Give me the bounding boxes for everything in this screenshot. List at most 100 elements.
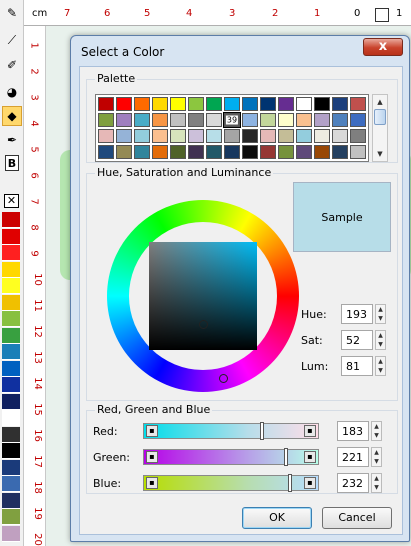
palette-swatch[interactable] [314, 113, 330, 127]
palette-swatch[interactable] [278, 129, 294, 143]
blue-spinner[interactable]: ▲ ▼ [371, 473, 382, 493]
palette-swatch[interactable] [206, 145, 222, 159]
palette-swatch[interactable] [188, 129, 204, 143]
blue-slider-thumb[interactable] [288, 474, 292, 492]
spin-up-icon[interactable]: ▲ [372, 448, 381, 457]
toolbar-color-swatch[interactable] [2, 410, 20, 426]
toolbar-color-swatch[interactable] [2, 459, 20, 476]
green-slider[interactable]: ▪ ▪ [143, 448, 319, 466]
palette-swatch[interactable] [296, 113, 312, 127]
fill-tool-icon[interactable]: ◆ [2, 106, 22, 126]
toolbar-color-swatch[interactable] [2, 492, 20, 509]
palette-swatch[interactable] [314, 145, 330, 159]
scroll-down-arrow-icon[interactable]: ▼ [374, 148, 386, 160]
palette-swatch[interactable] [332, 129, 348, 143]
palette-swatch[interactable] [314, 129, 330, 143]
toolbar-color-swatch[interactable] [2, 311, 20, 327]
pen-tool-icon[interactable]: ✒ [2, 130, 22, 150]
palette-swatch[interactable] [278, 145, 294, 159]
palette-swatch[interactable] [332, 97, 348, 111]
toolbar-color-swatch[interactable] [2, 509, 20, 525]
toolbar-color-swatch[interactable] [2, 360, 20, 377]
palette-swatch[interactable] [260, 97, 276, 111]
palette-swatch[interactable] [170, 145, 186, 159]
slider-max-handle[interactable]: ▪ [304, 451, 316, 463]
toolbar-color-swatch[interactable] [2, 294, 20, 311]
spin-down-icon[interactable]: ▼ [376, 314, 385, 323]
palette-swatch[interactable] [116, 129, 132, 143]
toolbar-color-swatch[interactable] [2, 525, 20, 542]
slider-max-handle[interactable]: ▪ [304, 425, 316, 437]
palette-swatch[interactable] [296, 129, 312, 143]
palette-swatch[interactable] [98, 145, 114, 159]
spin-up-icon[interactable]: ▲ [376, 331, 385, 340]
sat-input[interactable]: 52 [341, 330, 373, 350]
red-slider[interactable]: ▪ ▪ [143, 422, 319, 440]
palette-swatch[interactable] [152, 145, 168, 159]
palette-swatch[interactable] [296, 145, 312, 159]
palette-swatch[interactable] [260, 145, 276, 159]
palette-scrollbar[interactable]: ▲ ▼ [372, 94, 388, 162]
green-slider-thumb[interactable] [284, 448, 288, 466]
palette-swatch[interactable] [152, 97, 168, 111]
hue-spinner[interactable]: ▲ ▼ [375, 304, 386, 324]
palette-swatch[interactable] [98, 113, 114, 127]
palette-swatch[interactable] [134, 113, 150, 127]
palette-swatch[interactable] [350, 97, 366, 111]
palette-swatch[interactable] [296, 97, 312, 111]
palette-swatch[interactable]: 39 [223, 112, 241, 128]
palette-swatch[interactable] [134, 129, 150, 143]
no-color-swatch-icon[interactable]: ✕ [4, 194, 19, 208]
palette-swatch[interactable] [98, 129, 114, 143]
blue-input[interactable]: 232 [337, 473, 369, 493]
palette-swatch[interactable] [206, 129, 222, 143]
scroll-thumb[interactable] [374, 109, 386, 125]
dialog-titlebar[interactable]: Select a Color x [71, 36, 409, 64]
cancel-button[interactable]: Cancel [322, 507, 392, 529]
hue-input[interactable]: 193 [341, 304, 373, 324]
palette-swatch[interactable] [278, 113, 294, 127]
hue-wheel[interactable] [107, 200, 299, 392]
palette-swatch[interactable] [242, 97, 258, 111]
lum-spinner[interactable]: ▲ ▼ [375, 356, 386, 376]
spin-up-icon[interactable]: ▲ [376, 305, 385, 314]
palette-swatch[interactable] [152, 113, 168, 127]
spin-up-icon[interactable]: ▲ [376, 357, 385, 366]
spin-up-icon[interactable]: ▲ [372, 474, 381, 483]
spin-down-icon[interactable]: ▼ [372, 431, 381, 440]
spin-up-icon[interactable]: ▲ [372, 422, 381, 431]
palette-swatch[interactable] [134, 97, 150, 111]
palette-swatch[interactable] [116, 145, 132, 159]
spin-down-icon[interactable]: ▼ [372, 483, 381, 492]
slider-min-handle[interactable]: ▪ [146, 477, 158, 489]
spin-down-icon[interactable]: ▼ [376, 340, 385, 349]
toolbar-color-swatch[interactable] [2, 393, 20, 410]
palette-swatch[interactable] [188, 97, 204, 111]
palette-swatch[interactable] [188, 113, 204, 127]
slider-min-handle[interactable]: ▪ [146, 425, 158, 437]
toolbar-color-swatch[interactable] [2, 261, 20, 278]
palette-swatch[interactable] [188, 145, 204, 159]
brush-tool-icon[interactable]: ✐ [2, 55, 22, 75]
sl-marker[interactable] [199, 320, 208, 329]
red-input[interactable]: 183 [337, 421, 369, 441]
palette-swatch[interactable] [116, 113, 132, 127]
palette-swatch[interactable] [170, 129, 186, 143]
palette-swatch[interactable] [278, 97, 294, 111]
close-button[interactable]: x [363, 38, 403, 56]
palette-swatch[interactable] [242, 113, 258, 127]
toolbar-color-swatch[interactable] [2, 476, 20, 492]
toolbar-color-swatch[interactable] [2, 344, 20, 360]
palette-swatch[interactable] [116, 97, 132, 111]
ok-button[interactable]: OK [242, 507, 312, 529]
palette-swatch[interactable] [242, 145, 258, 159]
toolbar-color-swatch[interactable] [2, 245, 20, 261]
palette-swatch[interactable] [206, 97, 222, 111]
palette-swatch[interactable] [242, 129, 258, 143]
lum-input[interactable]: 81 [341, 356, 373, 376]
hue-marker[interactable] [219, 374, 228, 383]
red-slider-thumb[interactable] [260, 422, 264, 440]
palette-swatch[interactable] [134, 145, 150, 159]
palette-swatch[interactable] [224, 145, 240, 159]
spin-down-icon[interactable]: ▼ [372, 457, 381, 466]
